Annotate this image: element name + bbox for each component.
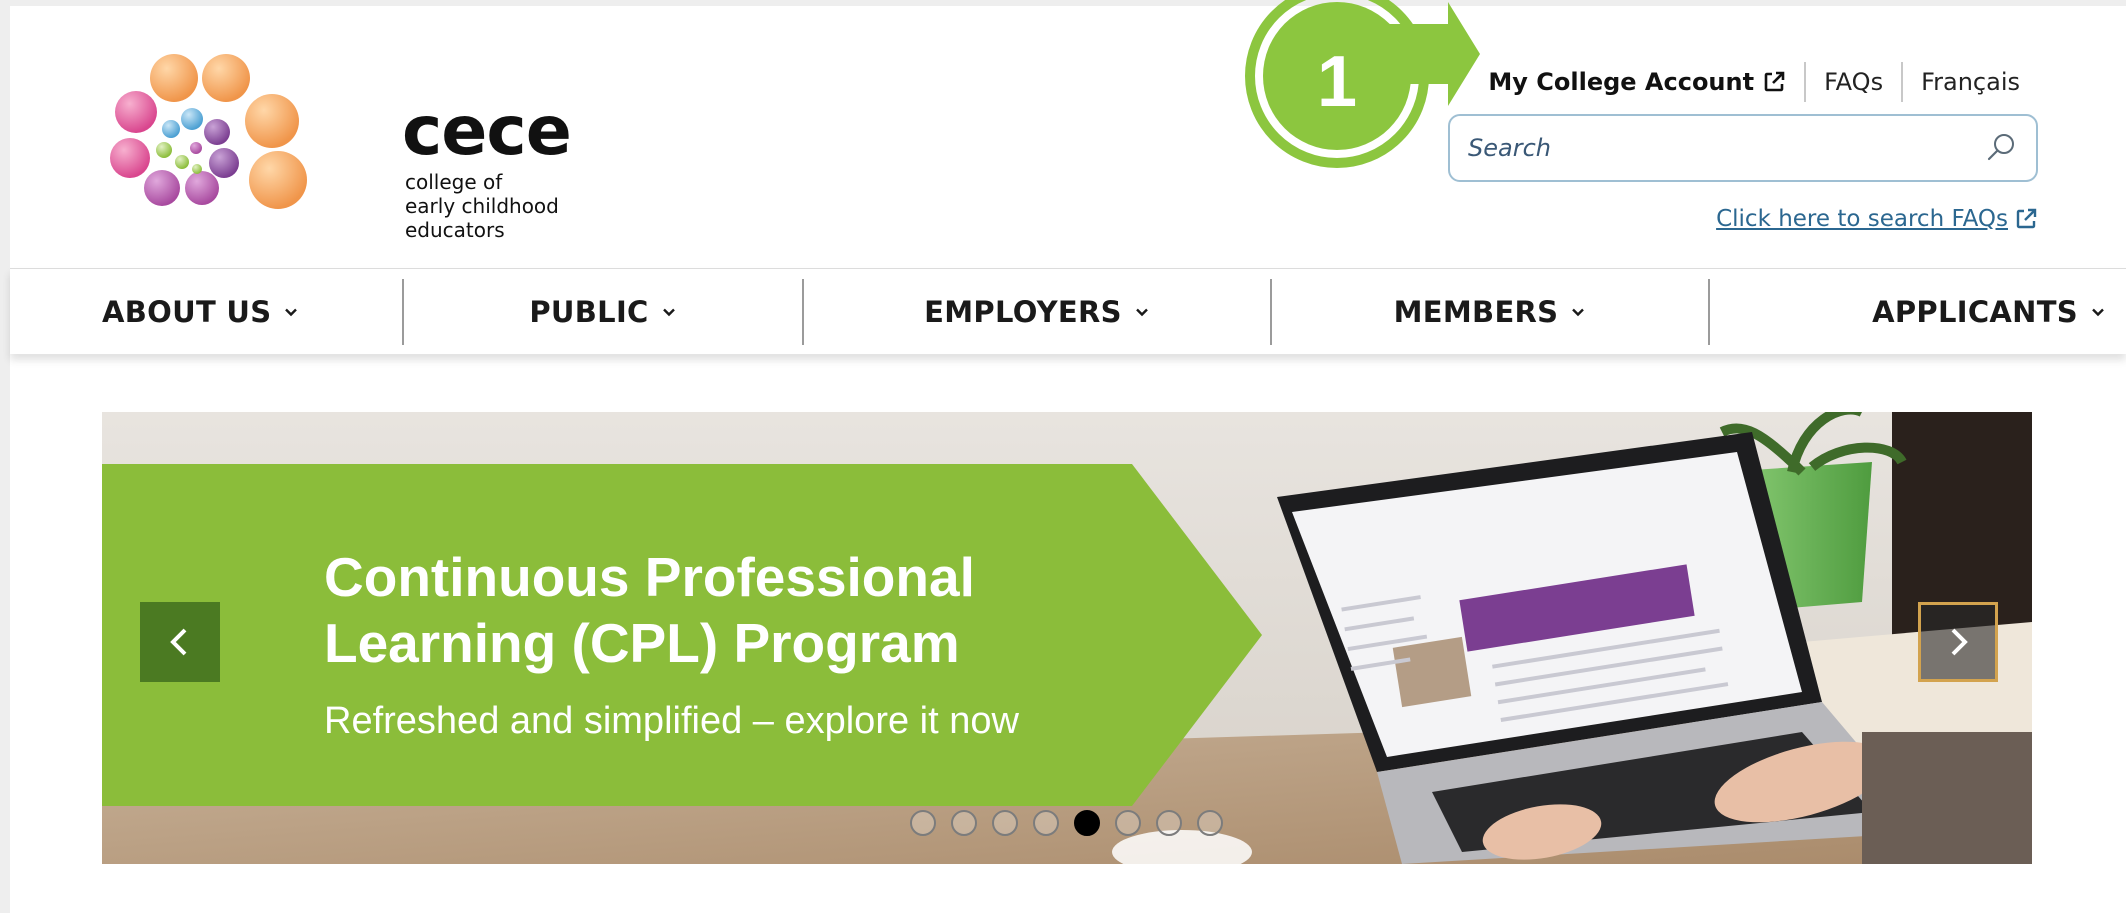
nav-label: ABOUT US <box>102 294 272 329</box>
carousel-title-line: Continuous Professional <box>324 546 975 608</box>
search-icon[interactable] <box>1984 131 2018 165</box>
nav-item-applicants[interactable]: APPLICANTS <box>1710 279 2126 345</box>
step-number: 1 <box>1316 42 1358 122</box>
carousel-title[interactable]: Continuous Professional Learning (CPL) P… <box>324 544 1124 676</box>
carousel-dot[interactable] <box>1074 810 1100 836</box>
nav-item-public[interactable]: PUBLIC <box>404 279 802 345</box>
chevron-down-icon <box>2092 308 2104 316</box>
carousel-dot[interactable] <box>951 810 977 836</box>
chevron-down-icon <box>1136 308 1148 316</box>
my-college-account-label: My College Account <box>1488 68 1755 96</box>
search-faqs-label: Click here to search FAQs <box>1716 206 2008 232</box>
nav-label: EMPLOYERS <box>924 294 1122 329</box>
search-faqs-link[interactable]: Click here to search FAQs <box>1716 206 2038 232</box>
nav-label: MEMBERS <box>1393 294 1559 329</box>
francais-link[interactable]: Français <box>1901 62 2038 102</box>
nav-item-about-us[interactable]: ABOUT US <box>10 279 402 345</box>
logo-subtitle-line: college of <box>405 170 503 194</box>
carousel-dot[interactable] <box>1033 810 1059 836</box>
nav-item-members[interactable]: MEMBERS <box>1272 279 1708 345</box>
nav-label: APPLICANTS <box>1872 294 2078 329</box>
cece-logo[interactable]: cece college of early childhood educator… <box>102 46 572 242</box>
search-box <box>1448 114 2038 182</box>
logo-circles-icon <box>110 54 307 209</box>
my-college-account-link[interactable]: My College Account <box>1470 62 1804 102</box>
chevron-left-icon <box>170 628 187 656</box>
logo-subtitle: college of early childhood educators <box>405 170 605 242</box>
external-link-icon <box>1764 71 1785 92</box>
francais-label: Français <box>1921 68 2020 96</box>
nav-label: PUBLIC <box>529 294 649 329</box>
carousel-pagination <box>910 810 1223 836</box>
carousel-dot[interactable] <box>910 810 936 836</box>
nav-item-employers[interactable]: EMPLOYERS <box>804 279 1270 345</box>
carousel-dot[interactable] <box>992 810 1018 836</box>
external-link-icon <box>2016 208 2037 229</box>
faqs-label: FAQs <box>1824 68 1884 96</box>
utility-links: My College Account FAQs Français <box>1470 62 2038 102</box>
carousel-dot[interactable] <box>1197 810 1223 836</box>
carousel-next-button[interactable] <box>1918 602 1998 682</box>
chevron-down-icon <box>1572 308 1585 316</box>
carousel-dot[interactable] <box>1115 810 1141 836</box>
carousel-dot[interactable] <box>1156 810 1182 836</box>
main-nav: ABOUT US PUBLIC EMPLOYERS MEMBERS APPLIC… <box>10 268 2126 354</box>
chevron-right-icon <box>1951 628 1968 656</box>
faqs-link[interactable]: FAQs <box>1804 62 1901 102</box>
search-input[interactable] <box>1468 134 1984 162</box>
hero-carousel: Continuous Professional Learning (CPL) P… <box>102 412 2032 864</box>
logo-wordmark: cece <box>402 92 572 171</box>
chevron-down-icon <box>285 308 298 316</box>
carousel-subtitle: Refreshed and simplified – explore it no… <box>324 700 1019 742</box>
logo-subtitle-line: early childhood <box>405 194 559 218</box>
carousel-title-line: Learning (CPL) Program <box>324 612 960 674</box>
logo-subtitle-line: educators <box>405 218 505 242</box>
carousel-prev-button[interactable] <box>140 602 220 682</box>
page: cece college of early childhood educator… <box>10 0 2126 913</box>
chevron-down-icon <box>662 308 675 316</box>
